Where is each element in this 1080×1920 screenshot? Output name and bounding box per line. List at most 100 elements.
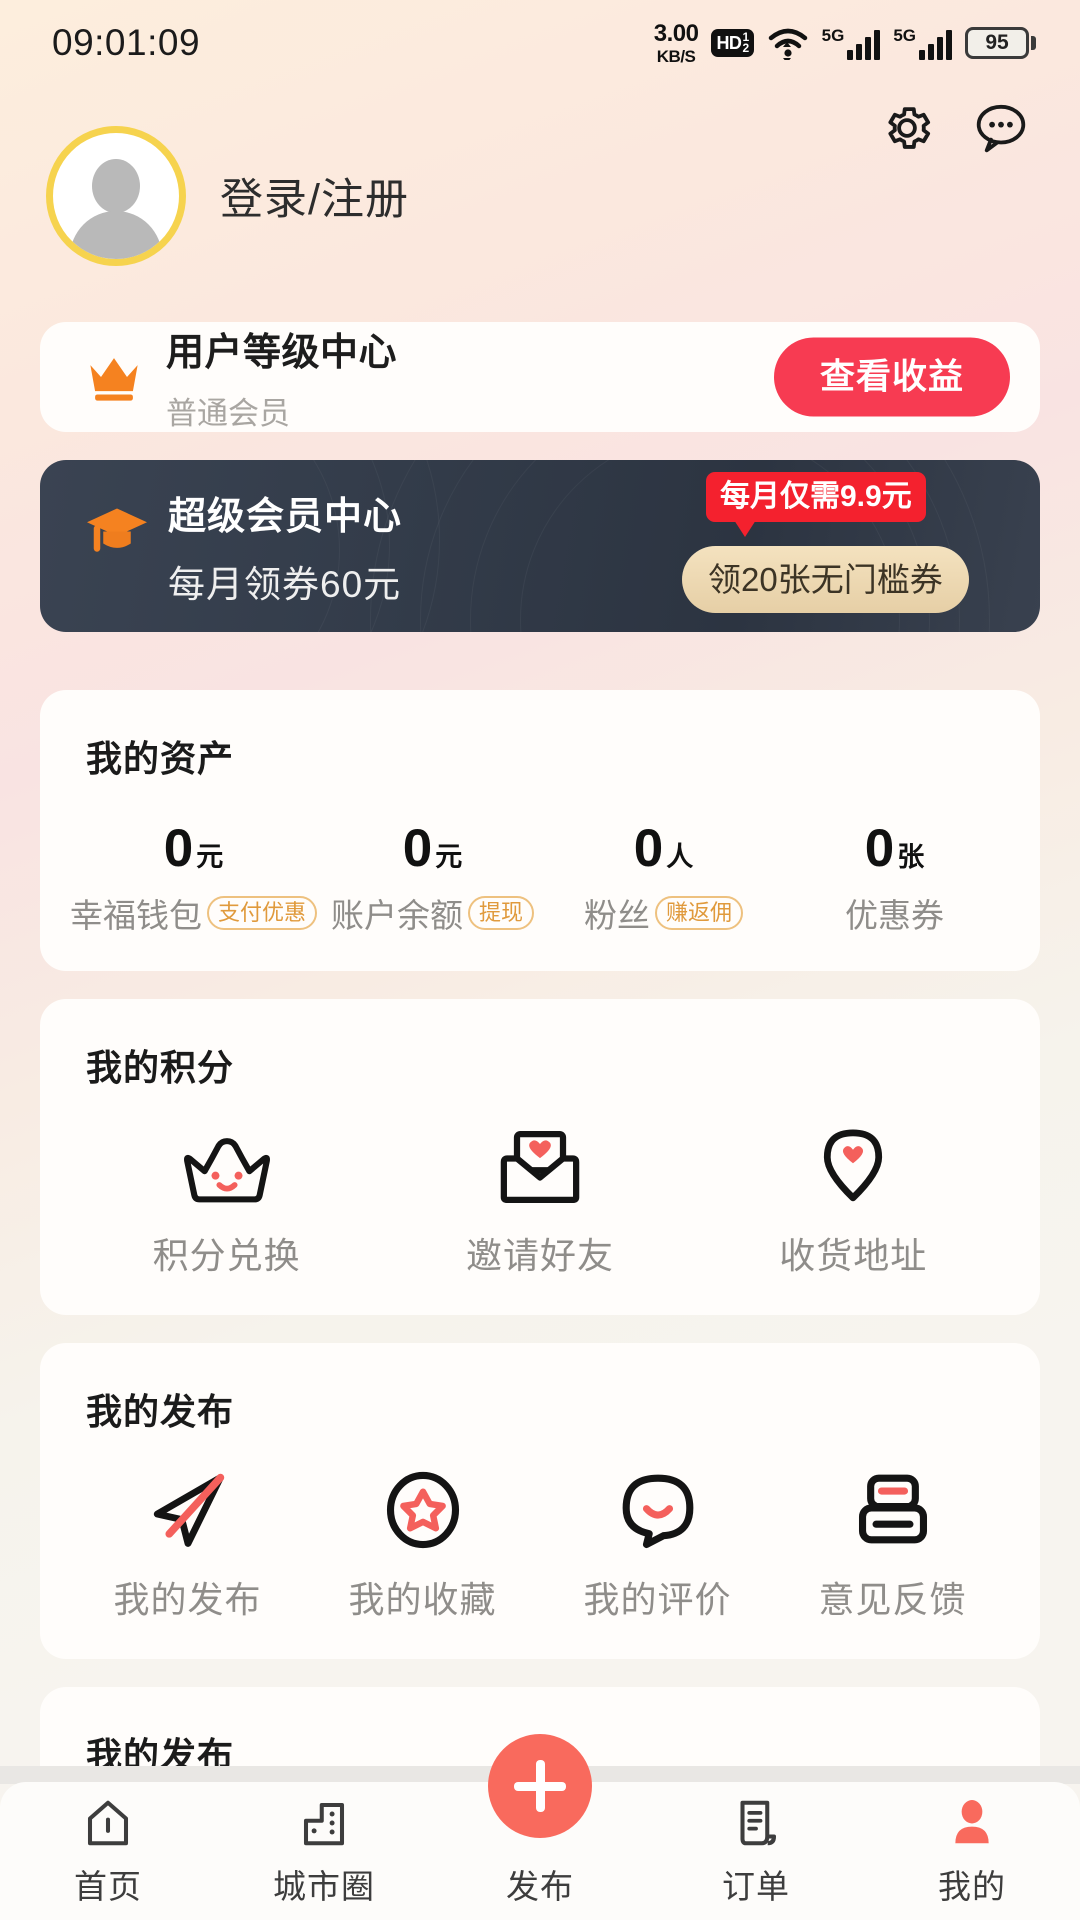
nav-item-label: 我的: [938, 1868, 1006, 1905]
bottom-navigation-wrap: 首页 城市圈 发布 订单 我的: [0, 1734, 1080, 1920]
signal-indicator-2: 5G: [893, 27, 952, 60]
default-avatar-icon: [92, 159, 140, 213]
hd-icon: HD 1 2: [711, 29, 754, 57]
paper-plane-icon: [153, 1473, 224, 1547]
home-icon: [87, 1800, 129, 1846]
signal-1-label: 5G: [821, 25, 845, 45]
signal-indicator-1: 5G: [822, 27, 881, 60]
header-actions: [880, 100, 1030, 156]
asset-label-text: 幸福钱包: [70, 897, 202, 934]
posts-item-label: 意见反馈: [818, 1579, 967, 1620]
asset-value: 0张: [779, 822, 1010, 875]
asset-value: 0元: [317, 822, 548, 875]
nav-item-city[interactable]: 城市圈: [216, 1794, 432, 1908]
asset-number: 0: [402, 819, 433, 878]
feedback-box-icon: [858, 1474, 927, 1544]
icon-wrap: [809, 1123, 897, 1207]
asset-number: 0: [163, 819, 194, 878]
nav-item-profile[interactable]: 我的: [864, 1794, 1080, 1908]
my-posts-card: 我的发布 我的发布 我的收藏 我的评价 意见反馈: [40, 1343, 1040, 1659]
asset-item-balance[interactable]: 0元 账户余额 提现: [317, 822, 548, 937]
default-avatar-body: [70, 211, 162, 259]
hd-sub: 2: [742, 41, 749, 55]
my-assets-title: 我的资产: [86, 738, 235, 779]
signal-2-bars: [919, 29, 952, 60]
network-speed-indicator: 3.00 KB/S: [654, 21, 699, 65]
receipt-icon: [740, 1800, 777, 1846]
posts-item-feedback[interactable]: 意见反馈: [775, 1467, 1010, 1623]
nav-item-publish[interactable]: 发布: [432, 1734, 648, 1908]
points-item-address[interactable]: 收货地址: [697, 1123, 1010, 1279]
asset-item-coupon[interactable]: 0张 优惠券: [779, 822, 1010, 937]
person-icon: [955, 1800, 989, 1844]
icon-wrap: [945, 1794, 999, 1852]
super-member-subtitle: 每月领券60元: [168, 563, 402, 605]
nav-item-home[interactable]: 首页: [0, 1794, 216, 1908]
signal-2-label: 5G: [893, 25, 916, 45]
user-level-title: 用户等级中心: [166, 332, 398, 374]
super-member-right: 每月仅需9.9元 领20张无门槛券: [682, 460, 1022, 632]
posts-item-favorites[interactable]: 我的收藏: [305, 1467, 540, 1623]
graduation-cap-icon: [87, 508, 147, 552]
price-badge: 每月仅需9.9元: [706, 472, 926, 537]
icon-wrap: [142, 1467, 234, 1551]
icon-wrap: [81, 1794, 135, 1852]
points-item-invite[interactable]: 邀请好友: [383, 1123, 696, 1279]
posts-item-label: 我的发布: [113, 1579, 262, 1620]
avatar[interactable]: [46, 126, 186, 266]
view-profit-button[interactable]: 查看收益: [773, 337, 1010, 417]
asset-number: 0: [633, 819, 664, 878]
status-clock: 09:01:09: [52, 22, 201, 63]
asset-label: 幸福钱包 支付优惠: [70, 889, 318, 937]
icon-wrap: [729, 1794, 783, 1852]
user-level-card[interactable]: 用户等级中心 普通会员 查看收益: [40, 322, 1040, 432]
icon-wrap: [494, 1123, 586, 1207]
envelope-heart-icon: [500, 1131, 580, 1203]
nav-item-label: 发布: [506, 1868, 574, 1905]
user-level-subtitle: 普通会员: [166, 396, 290, 431]
star-circle-icon: [386, 1471, 459, 1549]
asset-value: 0人: [548, 822, 779, 875]
asset-label-text: 账户余额: [331, 897, 463, 934]
posts-item-my-posts[interactable]: 我的发布: [70, 1467, 305, 1623]
my-posts-title: 我的发布: [86, 1391, 235, 1432]
crown-icon: [90, 358, 138, 401]
my-assets-card: 我的资产 0元 幸福钱包 支付优惠 0元 账户余额 提现 0 人 粉丝 赚返佣 …: [40, 690, 1040, 971]
asset-item-wallet[interactable]: 0元 幸福钱包 支付优惠: [70, 819, 318, 937]
asset-number: 0: [864, 819, 895, 878]
status-bar: 09:01:09 3.00 KB/S HD 1 2 5G 5G 95: [0, 0, 1080, 86]
claim-coupons-button[interactable]: 领20张无门槛券: [682, 546, 969, 613]
asset-unit: 人: [666, 842, 694, 872]
profile-header: 登录/注册: [0, 86, 1080, 266]
building-icon: [303, 1802, 345, 1846]
nav-item-orders[interactable]: 订单: [648, 1794, 864, 1908]
login-register-link[interactable]: 登录/注册: [220, 165, 409, 227]
points-item-label: 邀请好友: [465, 1235, 614, 1276]
super-member-banner[interactable]: 超级会员中心 每月领券60元 每月仅需9.9元 领20张无门槛券: [40, 460, 1040, 632]
location-pin-heart-icon: [824, 1129, 883, 1202]
points-grid: 积分兑换 邀请好友 收货地址: [70, 1123, 1010, 1279]
plus-publish-icon[interactable]: [488, 1734, 592, 1838]
asset-item-fans[interactable]: 0人 粉丝 赚返佣: [548, 822, 779, 937]
posts-item-label: 我的收藏: [348, 1579, 497, 1620]
speech-smile-icon: [622, 1474, 693, 1549]
asset-label-text: 粉丝: [584, 897, 650, 934]
points-item-exchange[interactable]: 积分兑换: [70, 1123, 383, 1279]
icon-wrap: [614, 1467, 702, 1551]
asset-tag[interactable]: 提现: [468, 896, 535, 930]
chat-bubble-icon[interactable]: [972, 100, 1030, 156]
battery-level: 95: [965, 27, 1029, 59]
hd-label: HD: [716, 33, 742, 53]
asset-tag[interactable]: 支付优惠: [207, 896, 318, 930]
super-member-left: 超级会员中心 每月领券60元: [84, 485, 402, 608]
nav-item-label: 订单: [722, 1868, 790, 1905]
gear-icon[interactable]: [880, 101, 934, 155]
battery-icon: 95: [965, 27, 1036, 59]
asset-tag[interactable]: 赚返佣: [655, 896, 744, 930]
asset-unit: 元: [435, 842, 463, 872]
posts-item-reviews[interactable]: 我的评价: [540, 1467, 775, 1623]
icon-wrap: [849, 1467, 937, 1551]
asset-label: 账户余额 提现: [317, 889, 548, 937]
icon-wrap: [297, 1794, 351, 1852]
assets-row: 0元 幸福钱包 支付优惠 0元 账户余额 提现 0人 粉丝 赚返佣 0 张 优惠…: [70, 822, 1010, 937]
